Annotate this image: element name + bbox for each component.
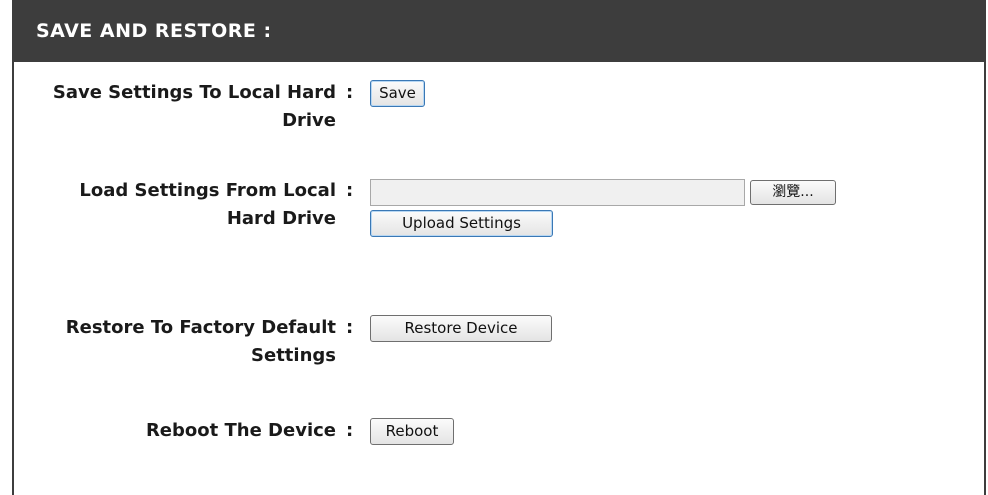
restore-defaults-label: Restore To Factory Default Settings: [26, 314, 336, 370]
save-button[interactable]: Save: [370, 80, 425, 107]
restore-defaults-label-line2: Settings: [251, 345, 336, 366]
restore-device-button[interactable]: Restore Device: [370, 315, 552, 342]
upload-settings-button[interactable]: Upload Settings: [370, 210, 553, 237]
load-settings-label: Load Settings From Local Hard Drive: [26, 177, 336, 233]
save-settings-label-line2: Drive: [282, 110, 336, 131]
save-settings-colon: :: [346, 82, 354, 103]
restore-defaults-colon: :: [346, 317, 354, 338]
reboot-colon: :: [346, 420, 354, 441]
reboot-button[interactable]: Reboot: [370, 418, 454, 445]
file-path-input[interactable]: [370, 179, 745, 206]
load-settings-colon: :: [346, 180, 354, 201]
save-settings-label: Save Settings To Local Hard Drive: [26, 79, 336, 135]
save-settings-label-line1: Save Settings To Local Hard: [52, 82, 336, 103]
save-restore-panel: SAVE AND RESTORE : Save Settings To Loca…: [12, 0, 986, 495]
load-settings-label-line1: Load Settings From Local: [79, 180, 336, 201]
restore-defaults-label-line1: Restore To Factory Default: [65, 317, 336, 338]
reboot-label: Reboot The Device: [26, 417, 336, 445]
section-title: SAVE AND RESTORE :: [36, 20, 272, 42]
section-header: SAVE AND RESTORE :: [14, 0, 984, 62]
load-settings-label-line2: Hard Drive: [226, 208, 336, 229]
reboot-label-line1: Reboot The Device: [145, 420, 336, 441]
browse-button[interactable]: 瀏覽...: [750, 180, 836, 205]
